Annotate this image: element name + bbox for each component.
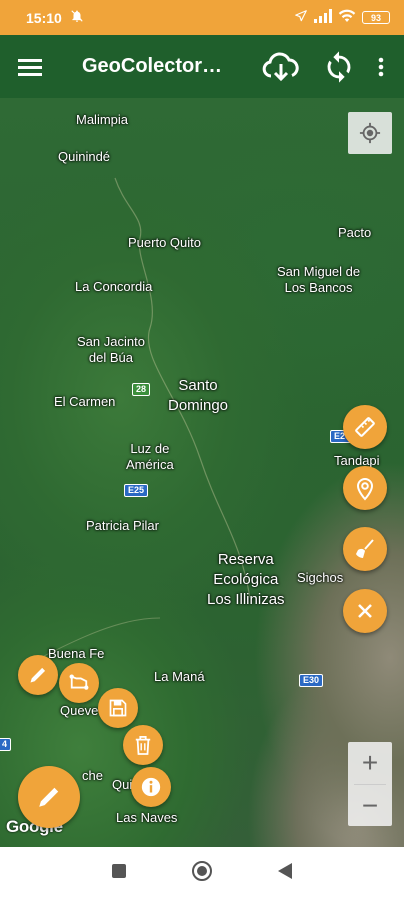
home-button[interactable] — [191, 860, 213, 887]
map-label-la-concordia: La Concordia — [75, 279, 153, 294]
ruler-icon — [355, 417, 375, 437]
overflow-menu-button[interactable] — [364, 35, 398, 98]
more-vert-icon — [378, 57, 384, 76]
info-button[interactable] — [131, 767, 171, 807]
map-label-reserva-line-3: Los Illinizas — [207, 591, 285, 608]
broom-icon — [356, 539, 374, 558]
map-label-reserva-line-1: Reserva — [217, 551, 274, 568]
square-icon — [112, 864, 126, 878]
zoom-out-button[interactable]: − — [348, 785, 392, 827]
map-label-quevedo: Queve — [60, 703, 99, 718]
map-label-el-carmen: El Carmen — [54, 394, 116, 409]
map-label-pacto: Pacto — [338, 225, 372, 240]
pencil-icon — [30, 667, 46, 683]
polygon-icon — [69, 674, 89, 690]
clear-button[interactable] — [343, 527, 387, 571]
save-button[interactable] — [98, 688, 138, 728]
app-title: GeoColector… — [82, 55, 223, 77]
map-label-san-jacinto-line-1: San Jacinto — [77, 334, 145, 349]
road-shield-e25: E25 — [124, 484, 149, 497]
map-label-san-miguel-line-1: San Miguel de — [277, 264, 361, 279]
zoom-controls: + − — [348, 742, 392, 826]
zoom-in-button[interactable]: + — [348, 742, 392, 784]
map-label-quininde: Quinindé — [58, 149, 111, 164]
bell-off-icon — [70, 9, 84, 26]
map-label-reserva: Reserva Ecológica Los Illinizas — [207, 550, 285, 610]
map-label-santo-domingo: Santo Domingo — [168, 376, 228, 416]
menu-button[interactable] — [0, 35, 60, 98]
recents-button[interactable] — [111, 863, 127, 884]
map-label-luz-de-america: Luz de América — [126, 441, 174, 473]
road-shield-4: 4 — [0, 738, 12, 751]
app-bar: GeoColector… — [0, 35, 404, 98]
sync-button[interactable] — [314, 35, 364, 98]
map-label-malimpia: Malimpia — [76, 112, 129, 127]
back-button[interactable] — [277, 862, 293, 885]
road-shield-28: 28 — [132, 383, 151, 396]
battery-icon: 93 — [362, 11, 390, 24]
my-location-button[interactable] — [348, 112, 392, 154]
map-label-las-naves: Las Naves — [116, 810, 178, 825]
save-icon — [109, 699, 127, 717]
map-label-mocache: che — [82, 768, 103, 783]
map-label-luz-line-1: Luz de — [130, 441, 170, 456]
screen: 15:10 93 GeoColector… Malimpia Quinindé … — [0, 0, 404, 900]
crosshair-icon — [359, 122, 381, 144]
map-label-san-jacinto-line-2: del Búa — [88, 350, 134, 365]
map-label-luz-line-2: América — [126, 457, 174, 472]
edit-fab[interactable] — [18, 766, 80, 828]
back-triangle-icon — [278, 863, 292, 879]
map-label-santo-domingo-line-2: Domingo — [168, 397, 229, 414]
status-time: 15:10 — [26, 9, 62, 26]
info-icon — [141, 777, 161, 797]
map-label-patricia-pilar: Patricia Pilar — [86, 518, 159, 533]
pencil-icon — [39, 787, 59, 807]
map-label-san-miguel: San Miguel de Los Bancos — [277, 264, 360, 296]
draw-line-button[interactable] — [18, 655, 58, 695]
map-label-sigchos: Sigchos — [297, 570, 344, 585]
signal-icon — [314, 9, 332, 26]
road-shield-e30: E30 — [299, 674, 324, 687]
map-label-buena-fe: Buena Fe — [48, 646, 105, 661]
sync-icon — [327, 50, 351, 83]
cloud-download-button[interactable] — [256, 35, 306, 98]
measure-button[interactable] — [343, 405, 387, 449]
map-label-la-mana: La Maná — [154, 669, 205, 684]
map-pin-icon — [356, 478, 374, 501]
status-bar: 15:10 93 — [0, 0, 404, 35]
cloud-download-icon — [262, 52, 299, 81]
wifi-icon — [338, 9, 356, 26]
close-tools-button[interactable] — [343, 589, 387, 633]
map-view[interactable]: Malimpia Quinindé Puerto Quito Pacto La … — [0, 98, 404, 847]
delete-button[interactable] — [123, 725, 163, 765]
map-label-san-miguel-line-2: Los Bancos — [284, 280, 353, 295]
trash-icon — [135, 736, 151, 755]
map-label-santo-domingo-line-1: Santo — [178, 377, 218, 394]
menu-icon — [18, 58, 42, 76]
close-icon — [358, 604, 372, 618]
map-roads — [39, 177, 251, 659]
map-label-reserva-line-2: Ecológica — [213, 571, 279, 588]
map-label-puerto-quito: Puerto Quito — [128, 235, 201, 250]
map-label-san-jacinto: San Jacinto del Búa — [77, 334, 145, 366]
system-nav-bar — [0, 847, 404, 900]
circle-icon — [192, 861, 212, 881]
location-arrow-icon — [294, 9, 308, 26]
draw-polygon-button[interactable] — [59, 663, 99, 703]
add-point-button[interactable] — [343, 466, 387, 510]
